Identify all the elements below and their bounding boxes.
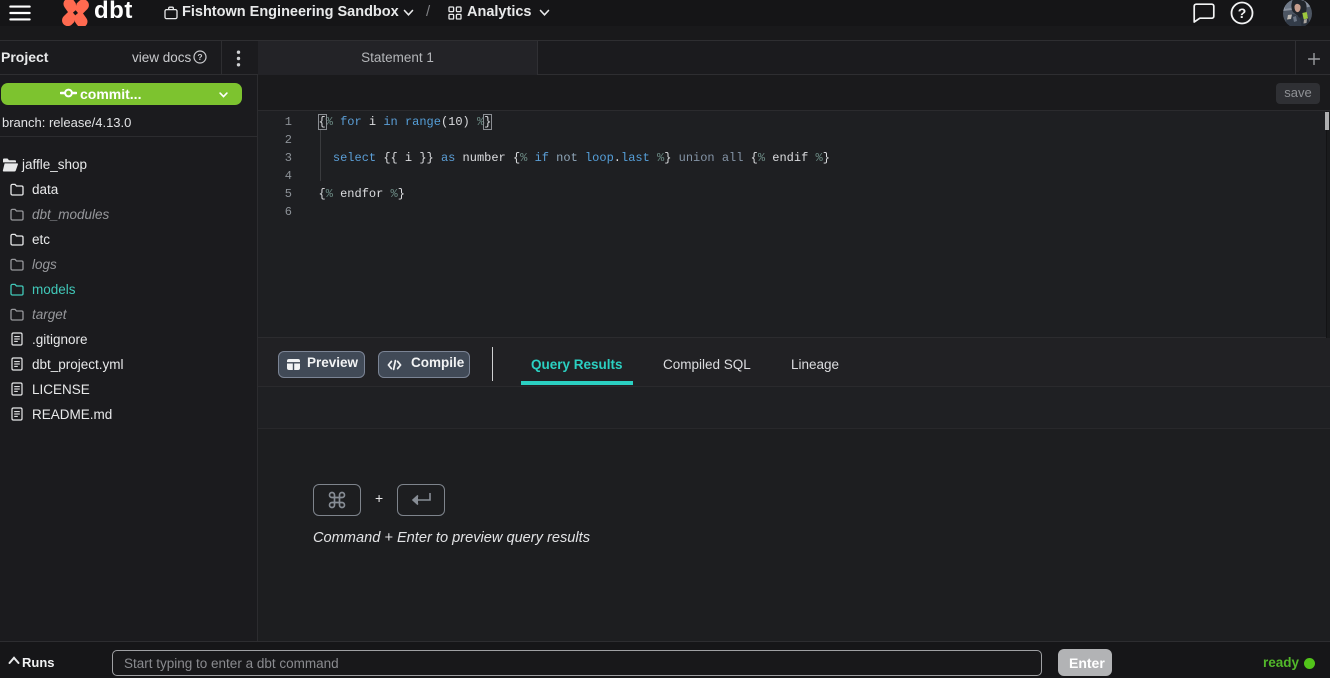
svg-text:?: ? [197, 52, 202, 62]
svg-text:?: ? [1238, 5, 1247, 21]
